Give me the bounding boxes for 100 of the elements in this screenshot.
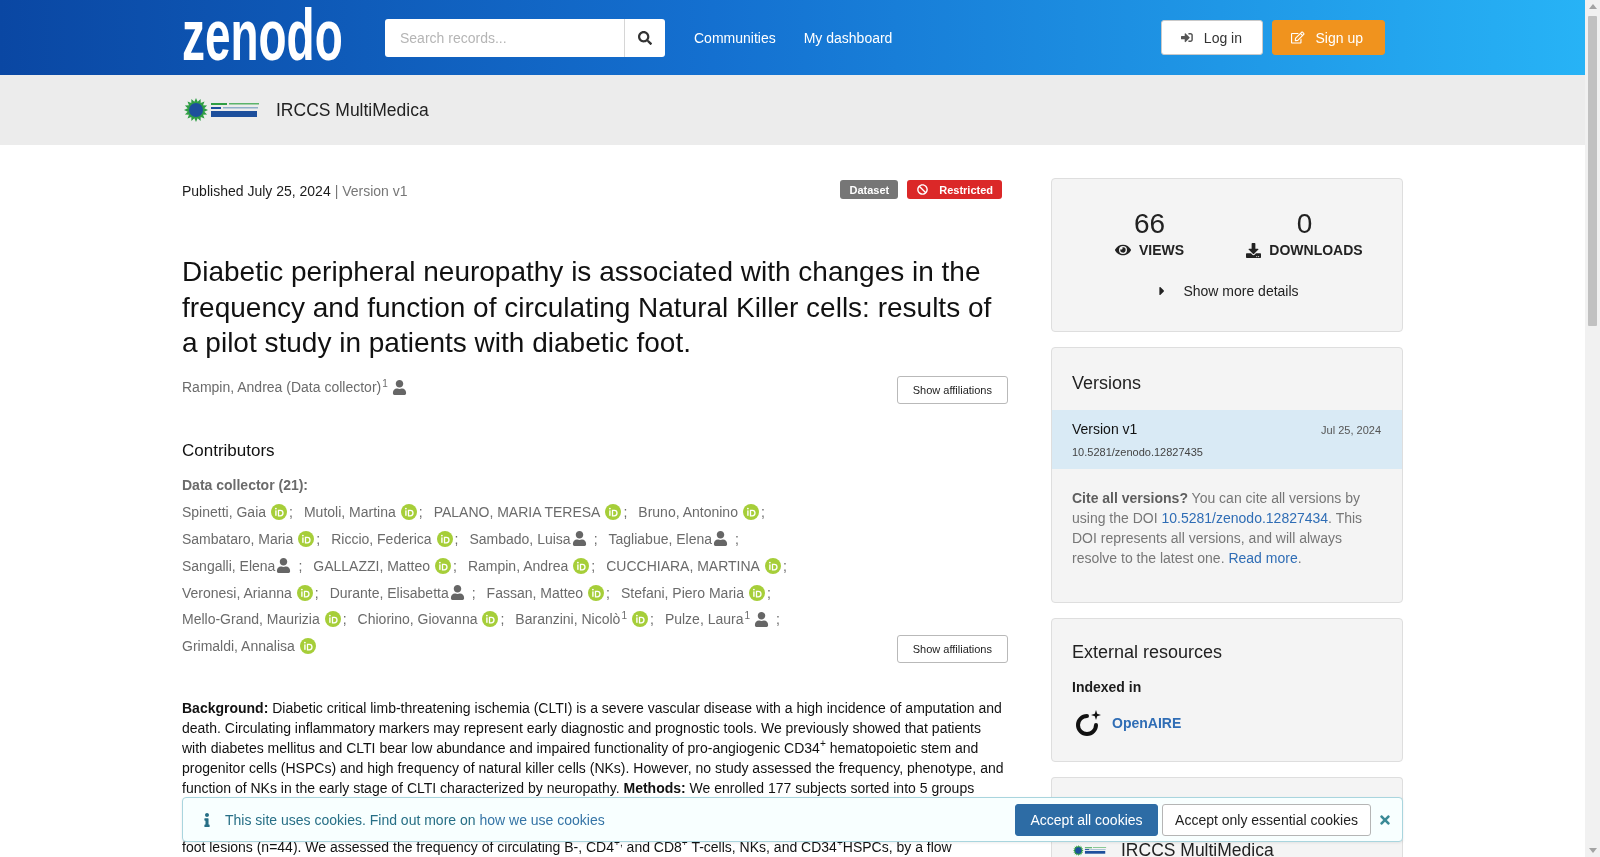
version-name[interactable]: Version v1 [1072,420,1138,439]
orcid-icon[interactable] [482,611,499,628]
orcid-icon[interactable] [299,638,316,655]
orcid-icon[interactable] [632,611,648,628]
person-icon [276,558,292,574]
scrollbar-thumb[interactable] [1588,16,1597,326]
list-separator: ; [289,504,293,521]
creator-name: Rampin, Andrea (Data collector) [182,378,382,398]
site-logo[interactable]: zenodo [182,0,343,71]
list-separator: ; [760,504,765,521]
nav-link[interactable]: My dashboard [803,29,893,46]
ban-icon [917,184,929,195]
orcid-icon[interactable] [324,611,341,628]
contributor-name: Stefani, Piero Maria [621,583,744,603]
stat-value: 66 [1133,209,1166,239]
contributor-name: Bruno, Antonino [638,503,738,523]
scroll-down-icon[interactable] [1588,848,1597,853]
affiliation-mark: 1 [744,610,751,622]
list-separator: ; [591,557,596,574]
contributor-name: Fassan, Matteo [486,583,584,603]
list-separator: ; [298,557,303,574]
community-name[interactable]: IRCCS MultiMedica [1121,843,1274,857]
orcid-icon[interactable] [748,584,765,601]
scroll-up-icon[interactable] [1588,4,1597,9]
search-button[interactable] [624,18,665,57]
orcid-icon[interactable] [296,584,313,601]
contributor-name: Mello-Grand, Maurizia [182,610,320,630]
contributor-name: Baranzini, Nicolò [515,610,621,630]
person-icon [449,585,465,600]
community-logo [1073,844,1107,856]
contributor-name: PALANO, MARIA TERESA [433,503,601,523]
resource-link[interactable]: OpenAIRE [1112,715,1182,731]
contributor-name: Sambataro, Maria [182,529,294,549]
list-separator: ; [606,584,610,601]
details-toggle[interactable]: Show more details [1155,281,1299,301]
contributor-name: Mutoli, Martina [303,503,396,523]
search-icon [638,30,652,45]
index-label: Indexed in [1072,678,1143,697]
show-affiliations-button[interactable]: Show affiliations [896,376,1008,405]
contributor-name: Sambado, Luisa [469,529,571,549]
download-icon [1246,242,1262,258]
orcid-icon[interactable] [400,504,417,521]
list-separator: ; [342,611,347,628]
section-heading: Contributors [182,441,276,462]
list-separator: ; [776,611,780,628]
list-separator: ; [623,504,628,521]
card-heading: External resources [1072,641,1224,663]
person-icon [571,531,587,547]
version-label: | Version v1 [334,182,408,201]
inline-link[interactable]: Read more [1228,550,1298,566]
orcid-icon[interactable] [742,504,759,521]
search-field[interactable]: Search records... [385,18,624,57]
list-separator: ; [593,530,598,547]
list-separator: ; [314,584,319,601]
version-item[interactable]: Version v1 Jul 25, 2024 10.5281/zenodo.12827435 [1052,410,1402,469]
orcid-icon[interactable] [298,530,315,547]
contributor-name: Tagliabue, Elena [608,529,713,549]
eye-icon [1114,242,1131,258]
affiliation-mark: 1 [621,610,627,622]
contributor-name: Sangalli, Elena [182,556,276,576]
orcid-icon[interactable] [764,557,781,574]
show-affiliations-button[interactable]: Show affiliations [896,635,1008,664]
community-name[interactable]: IRCCS MultiMedica [276,100,429,120]
cookie-message: This site uses cookies. Find out more on how we use cookies [225,810,605,830]
orcid-icon[interactable] [435,557,451,574]
contributor-name: Spinetti, Gaia [182,503,267,523]
sign-in-icon [1181,30,1193,45]
description-text: Background: Diabetic critical limb-threatening ischemia (CLTI) is a severe vascular disease with a high incidence of amputation and death. Circulating inflammatory markers may represent early diagnostic and prognostic tools. We previously showed that patients with diabetes mellitus and CLTI bear low abundance and impaired functionality of pro-angiogenic CD34$^{+}$ hematopoietic stem and progenitor cells (HSPCs) and high frequency of natural killer cells (NKs). However, no study assessed the frequency, phenotype, and function of NKs in the early stage of CLTI characterized by neuropathy. Methods: We enrolled 177 subjects sorted into 5 groups [182,699,1005,799]
close-button[interactable] [1378,812,1392,827]
list-separator: ; [453,557,457,574]
person-icon [754,611,770,627]
edit-icon [1291,30,1305,45]
list-separator: ; [454,530,459,547]
scrollbar[interactable] [1585,0,1600,857]
stat-label: VIEWS [1138,241,1185,259]
person-icon [391,379,407,395]
accept-all-button[interactable]: Accept all cookies [1015,803,1158,836]
ring-icon [1075,710,1101,736]
contributor-name: CUCCHIARA, MARTINA [606,556,760,576]
record-title: Diabetic peripheral neuropathy is associated with changes in the frequency and function of circulating Natural Killer cells: results of a pilot study in patients with diabetic foot. [182,255,993,361]
publication-date: Published July 25, 2024 [182,182,331,201]
contributor-name: Riccio, Federica [331,529,432,549]
contributor-name: Pulze, Laura [664,610,744,630]
role-label: Data collector (21): [182,476,310,496]
orcid-icon[interactable] [605,504,622,521]
accept-essential-button[interactable]: Accept only essential cookies [1162,803,1371,836]
nav-link[interactable]: Communities [694,29,776,46]
person-icon [713,531,729,547]
orcid-icon[interactable] [573,557,590,574]
orcid-icon[interactable] [271,504,288,521]
orcid-icon[interactable] [588,584,605,601]
orcid-icon[interactable] [436,530,453,547]
stat-label: DOWNLOADS [1269,241,1363,259]
list-separator: ; [766,584,771,601]
card-heading: Versions [1072,372,1143,394]
login-button[interactable]: Log in [1161,20,1263,55]
affiliation-mark: 1 [382,378,388,390]
cookie-policy-link[interactable]: how we use cookies [479,811,605,828]
close-icon [1378,812,1392,827]
version-date: Jul 25, 2024 [1321,424,1381,436]
